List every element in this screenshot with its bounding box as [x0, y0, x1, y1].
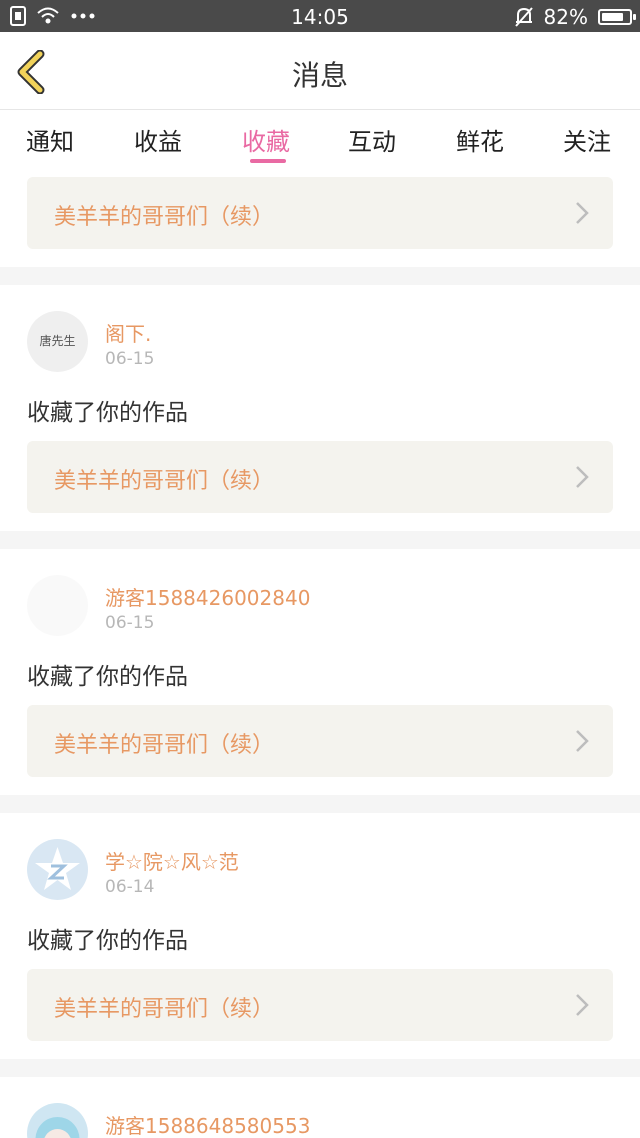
work-link[interactable]: 美羊羊的哥哥们（续） — [27, 177, 613, 249]
active-tab-indicator — [250, 159, 286, 163]
tab-flowers[interactable]: 鲜花 — [456, 122, 504, 157]
action-text: 收藏了你的作品 — [27, 928, 188, 954]
page-title: 消息 — [291, 59, 348, 92]
chevron-right-icon — [576, 466, 589, 488]
work-title: 美羊羊的哥哥们（续） — [54, 997, 275, 1022]
username[interactable]: 游客1588648580553 — [105, 1110, 310, 1138]
avatar[interactable] — [27, 839, 88, 900]
star-z-avatar-icon — [35, 847, 80, 890]
date: 06-15 — [105, 349, 155, 369]
action-text: 收藏了你的作品 — [27, 400, 188, 426]
mute-bell-icon — [514, 7, 533, 27]
status-right: 82% — [514, 5, 636, 29]
app-header: 消息 — [0, 32, 640, 110]
work-link[interactable]: 美羊羊的哥哥们（续） — [27, 441, 613, 513]
anime-avatar-icon — [35, 1117, 80, 1138]
tab-follow[interactable]: 关注 — [563, 122, 611, 157]
avatar[interactable]: 唐先生 — [27, 311, 88, 372]
date: 06-14 — [105, 877, 155, 897]
list-item: 唐先生 阁下. 06-15 收藏了你的作品 美羊羊的哥哥们（续） — [0, 285, 640, 531]
username[interactable]: 学☆院☆风☆范 — [105, 846, 239, 875]
work-link[interactable]: 美羊羊的哥哥们（续） — [27, 969, 613, 1041]
battery-percent: 82% — [543, 5, 588, 29]
tab-bar: 通知 收益 收藏 互动 鲜花 关注 — [0, 110, 640, 170]
avatar[interactable] — [27, 1103, 88, 1138]
username[interactable]: 阁下. — [105, 318, 151, 347]
list-item: 美羊羊的哥哥们（续） — [0, 170, 640, 267]
avatar[interactable] — [27, 575, 88, 636]
chevron-right-icon — [576, 202, 589, 224]
tab-favorites[interactable]: 收藏 — [242, 122, 290, 157]
date: 06-15 — [105, 613, 155, 633]
list-item: 游客1588648580553 — [0, 1077, 640, 1138]
avatar-text: 唐先生 — [39, 334, 76, 348]
battery-icon — [598, 9, 636, 25]
tab-notifications[interactable]: 通知 — [26, 122, 74, 157]
status-bar: 14:05 82% — [0, 0, 640, 32]
work-title: 美羊羊的哥哥们（续） — [54, 469, 275, 494]
tab-earnings[interactable]: 收益 — [134, 122, 182, 157]
list-item: 学☆院☆风☆范 06-14 收藏了你的作品 美羊羊的哥哥们（续） — [0, 813, 640, 1059]
work-link[interactable]: 美羊羊的哥哥们（续） — [27, 705, 613, 777]
tab-interactions[interactable]: 互动 — [348, 122, 396, 157]
work-title: 美羊羊的哥哥们（续） — [54, 205, 275, 230]
work-title: 美羊羊的哥哥们（续） — [54, 733, 275, 758]
list-item: 游客1588426002840 06-15 收藏了你的作品 美羊羊的哥哥们（续） — [0, 549, 640, 795]
chevron-right-icon — [576, 994, 589, 1016]
chevron-right-icon — [576, 730, 589, 752]
username[interactable]: 游客1588426002840 — [105, 582, 310, 611]
action-text: 收藏了你的作品 — [27, 664, 188, 690]
